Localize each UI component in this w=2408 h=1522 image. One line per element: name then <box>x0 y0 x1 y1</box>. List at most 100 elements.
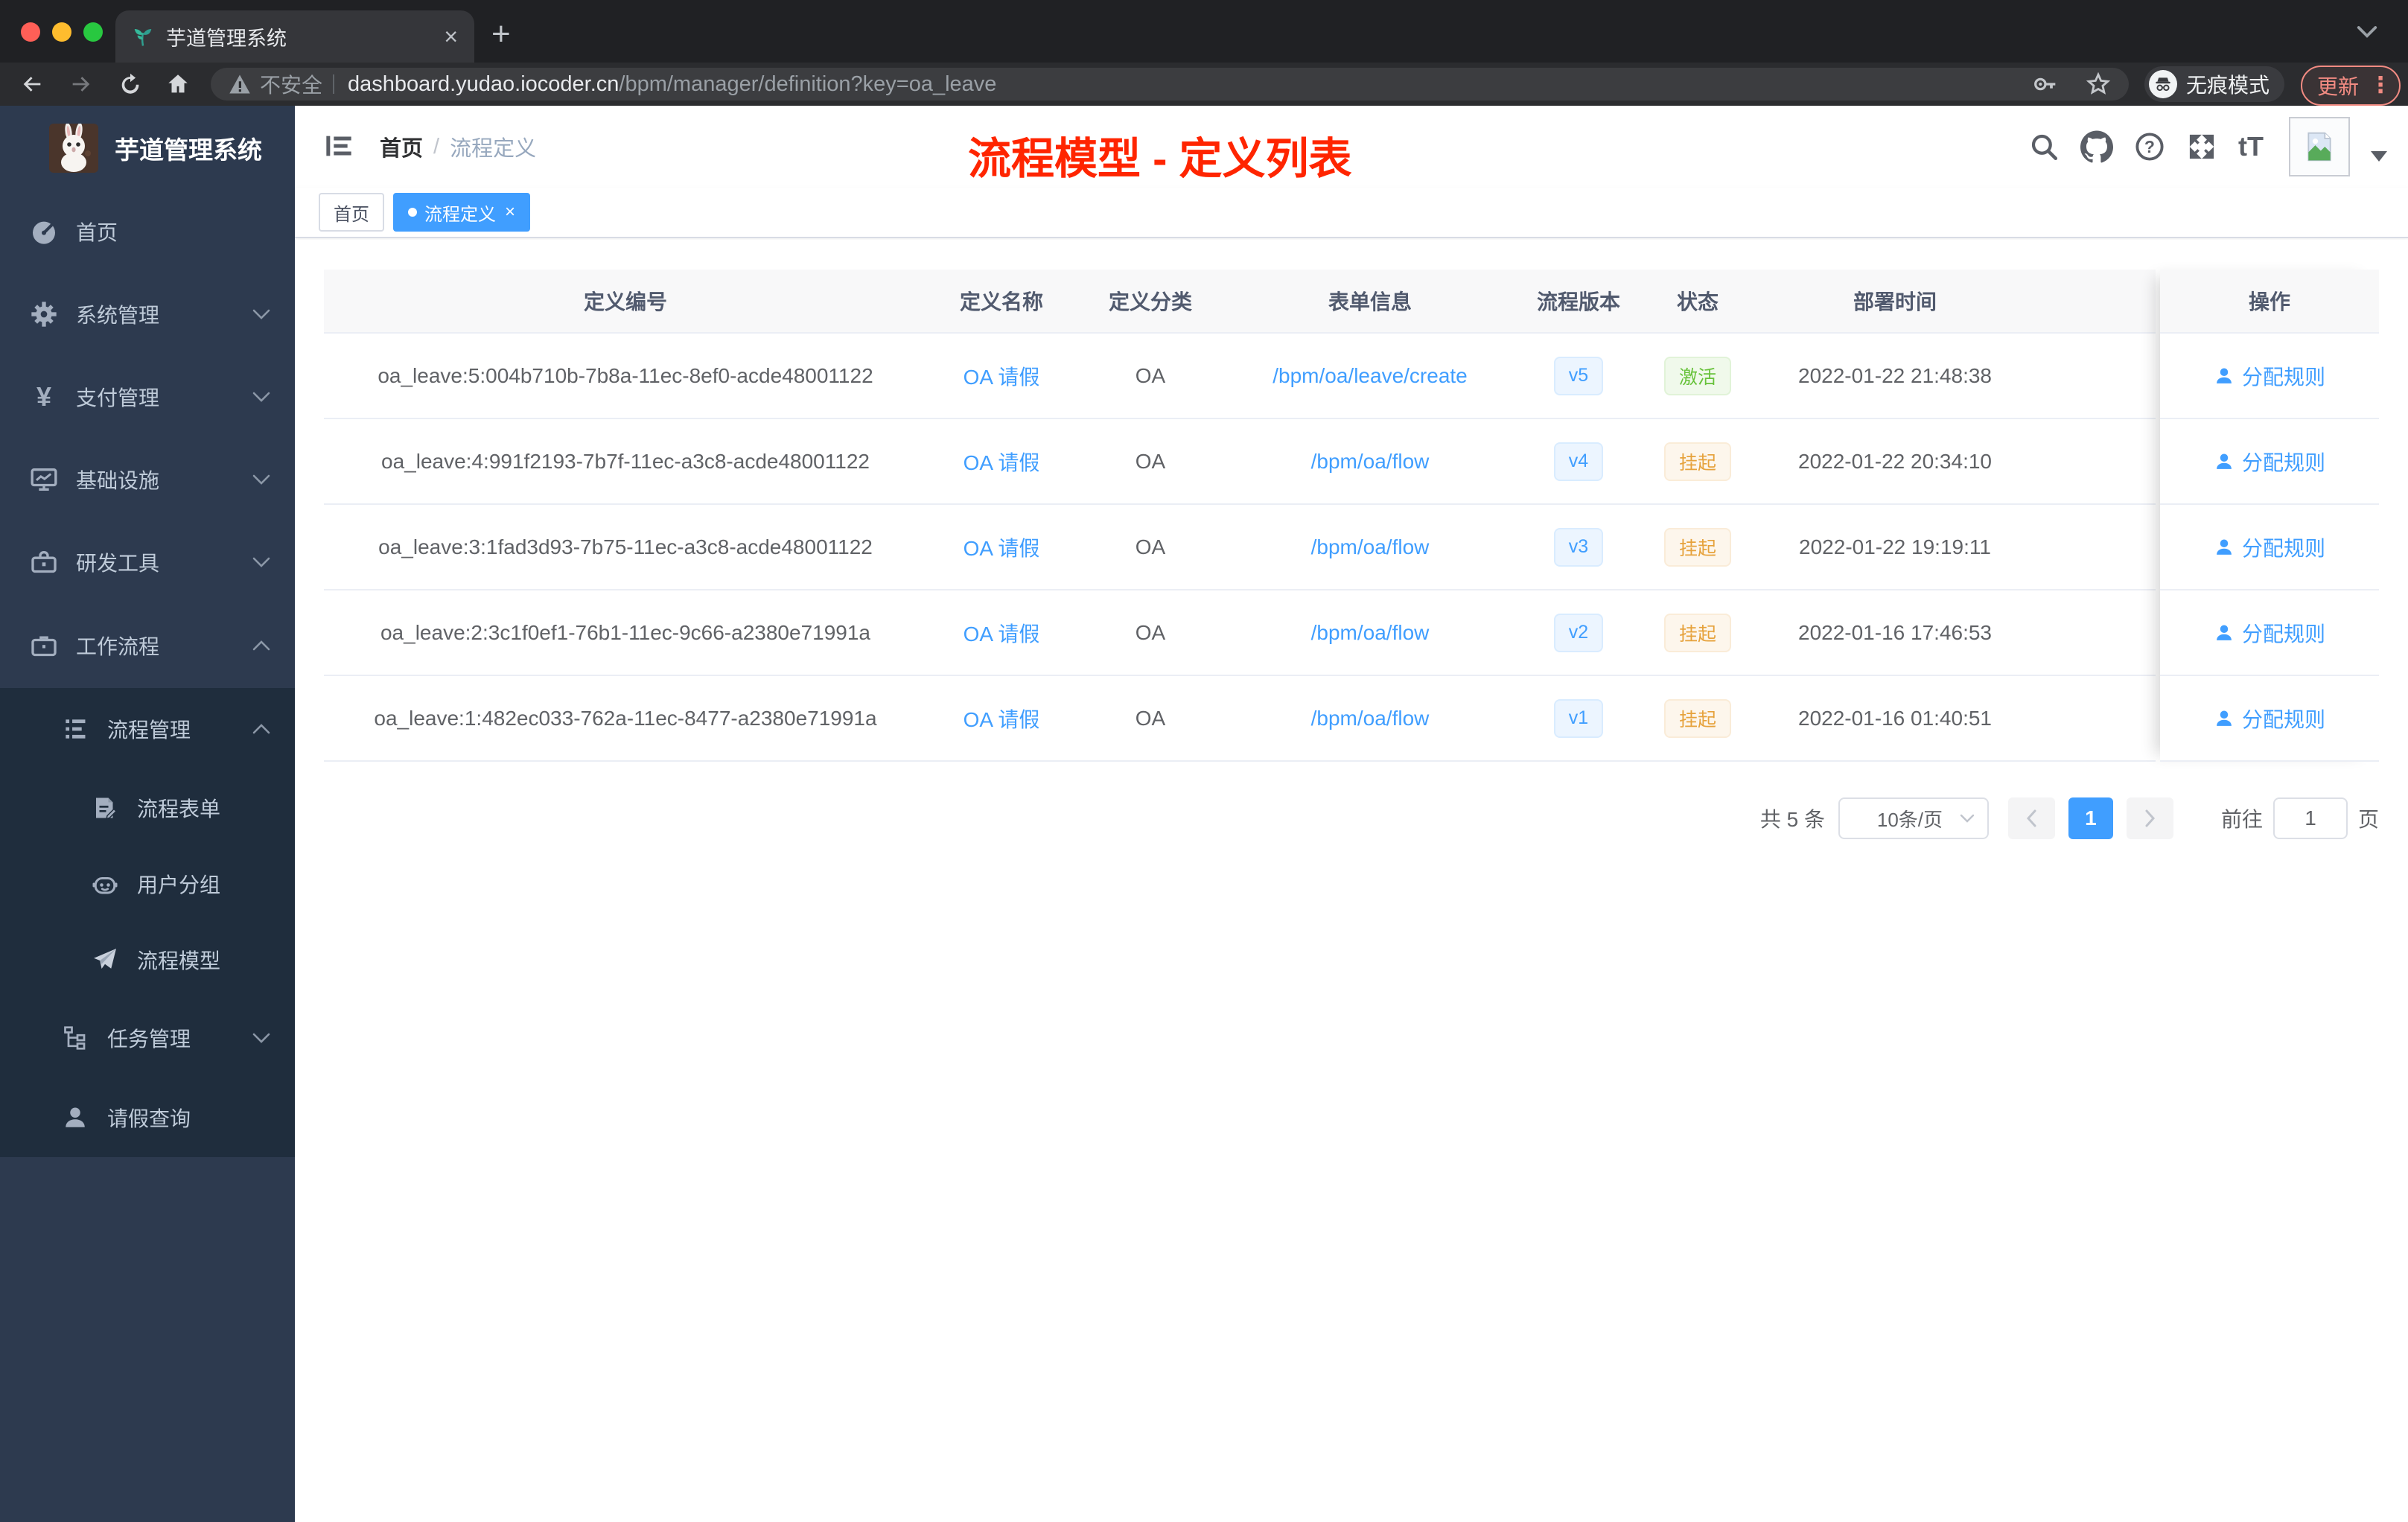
browser-address-bar: 不安全 dashboard.yudao.iocoder.cn/bpm/manag… <box>0 63 2408 106</box>
sidebar-item-leave-query[interactable]: 请假查询 <box>0 1078 295 1157</box>
assign-rule-label: 分配规则 <box>2241 622 2325 646</box>
screen: 芋道管理系统 × + 不安全 dashboard.yudao.iocoder.c… <box>0 0 2408 1522</box>
table-header: 定义编号 定义名称 定义分类 表单信息 流程版本 状态 部署时间 <box>324 270 2156 334</box>
back-icon[interactable] <box>19 71 45 97</box>
navbar: 首页 / 流程定义 流程模型 - 定义列表 ? tT <box>295 106 2408 188</box>
sidebar-item-process-mgmt[interactable]: 流程管理 <box>0 688 295 770</box>
browser-menu-icon[interactable]: ⋮ <box>2369 74 2392 97</box>
bookmark-star-icon[interactable] <box>2086 71 2111 97</box>
table-row: oa_leave:1:482ec033-762a-11ec-8477-a2380… <box>324 676 2156 762</box>
assign-rule-link[interactable]: 分配规则 <box>2214 532 2325 562</box>
chevron-up-icon <box>252 640 271 652</box>
incognito-label: 无痕模式 <box>2186 74 2270 97</box>
content: 定义编号 定义名称 定义分类 表单信息 流程版本 状态 部署时间 oa_leav… <box>295 240 2408 1522</box>
search-icon[interactable] <box>2028 131 2060 162</box>
version-badge: v5 <box>1553 356 1604 395</box>
status-badge: 挂起 <box>1663 527 1731 567</box>
sidebar-item-workflow[interactable]: 工作流程 <box>0 603 295 688</box>
form-link[interactable]: /bpm/oa/flow <box>1311 707 1430 730</box>
sidebar-item-label: 任务管理 <box>107 1028 191 1051</box>
form-link[interactable]: /bpm/oa/leave/create <box>1273 364 1468 388</box>
sidebar-item-process-form[interactable]: 流程表单 <box>0 770 295 846</box>
zoom-window-button[interactable] <box>83 22 103 42</box>
tag-process-definition[interactable]: 流程定义 × <box>393 193 531 232</box>
col-header-deploy-time: 部署时间 <box>1853 290 1937 313</box>
definition-name-link[interactable]: OA 请假 <box>963 447 1040 477</box>
caret-down-icon[interactable] <box>2371 151 2387 162</box>
minimize-window-button[interactable] <box>52 22 71 42</box>
github-icon[interactable] <box>2080 130 2114 163</box>
form-link[interactable]: /bpm/oa/flow <box>1311 450 1430 474</box>
next-page-button[interactable] <box>2126 797 2173 839</box>
password-key-icon[interactable] <box>2033 72 2057 96</box>
sidebar-item-task-mgmt[interactable]: 任务管理 <box>0 998 295 1078</box>
incognito-icon <box>2149 70 2177 98</box>
table-row: oa_leave:4:991f2193-7b7f-11ec-a3c8-acde4… <box>324 419 2156 505</box>
browser-tab[interactable]: 芋道管理系统 × <box>115 10 474 63</box>
tab-search-chevron-icon[interactable] <box>2356 22 2378 40</box>
definition-id: oa_leave:4:991f2193-7b7f-11ec-a3c8-acde4… <box>381 449 870 473</box>
svg-text:?: ? <box>2144 137 2155 156</box>
page-size-select[interactable]: 10条/页 <box>1838 797 1989 839</box>
url-host: dashboard.yudao.iocoder.cn <box>348 71 619 96</box>
prev-page-button[interactable] <box>2007 797 2055 839</box>
update-label: 更新 <box>2317 75 2360 98</box>
definition-name-link[interactable]: OA 请假 <box>963 704 1040 733</box>
status-badge: 挂起 <box>1663 613 1731 652</box>
reload-icon[interactable] <box>118 71 143 97</box>
tag-close-icon[interactable]: × <box>505 202 515 223</box>
table-main: 定义编号 定义名称 定义分类 表单信息 流程版本 状态 部署时间 oa_leav… <box>324 270 2156 762</box>
fullscreen-icon[interactable] <box>2186 131 2217 162</box>
tab-close-icon[interactable]: × <box>444 25 458 48</box>
sidebar-item-payment[interactable]: ¥ 支付管理 <box>0 355 295 438</box>
chevron-up-icon <box>252 723 271 735</box>
sidebar-item-home[interactable]: 首页 <box>0 190 295 273</box>
new-tab-button[interactable]: + <box>491 18 511 51</box>
goto-page-input[interactable]: 1 <box>2272 797 2348 839</box>
paper-plane-icon <box>88 946 122 973</box>
definition-id: oa_leave:2:3c1f0ef1-76b1-11ec-9c66-a2380… <box>380 620 870 644</box>
form-link[interactable]: /bpm/oa/flow <box>1311 535 1430 559</box>
definition-name-link[interactable]: OA 请假 <box>963 618 1040 648</box>
version-badge: v4 <box>1553 442 1604 481</box>
url-bar[interactable]: 不安全 dashboard.yudao.iocoder.cn/bpm/manag… <box>211 68 2129 101</box>
sidebar-item-process-model[interactable]: 流程模型 <box>0 922 295 998</box>
definition-name-link[interactable]: OA 请假 <box>963 361 1040 391</box>
current-page-button[interactable]: 1 <box>2068 797 2113 839</box>
hamburger-icon[interactable] <box>324 131 354 161</box>
app-title: 芋道管理系统 <box>115 136 262 164</box>
browser-update-button[interactable]: 更新 ⋮ <box>2301 66 2401 106</box>
definition-name-link[interactable]: OA 请假 <box>963 532 1040 562</box>
assign-rule-link[interactable]: 分配规则 <box>2214 618 2325 648</box>
chevron-down-icon <box>252 391 271 403</box>
font-size-icon[interactable]: tT <box>2238 131 2264 162</box>
assign-rule-link[interactable]: 分配规则 <box>2214 447 2325 477</box>
close-window-button[interactable] <box>21 22 40 42</box>
security-label[interactable]: 不安全 <box>260 69 322 99</box>
avatar[interactable] <box>2289 117 2350 176</box>
table-row: oa_leave:5:004b710b-7b8a-11ec-8ef0-acde4… <box>324 334 2156 419</box>
sidebar-item-devtools[interactable]: 研发工具 <box>0 520 295 603</box>
monitor-icon <box>27 465 61 494</box>
incognito-badge: 无痕模式 <box>2144 66 2285 102</box>
breadcrumb-home[interactable]: 首页 <box>380 131 423 162</box>
sidebar-logo[interactable]: 芋道管理系统 <box>0 106 295 190</box>
form-link[interactable]: /bpm/oa/flow <box>1311 621 1430 645</box>
yen-icon: ¥ <box>36 380 52 412</box>
sidebar-item-system[interactable]: 系统管理 <box>0 273 295 355</box>
help-icon[interactable]: ? <box>2134 131 2165 162</box>
window-controls[interactable] <box>21 22 103 42</box>
home-icon[interactable] <box>165 71 191 97</box>
sidebar-item-user-group[interactable]: 用户分组 <box>0 846 295 922</box>
tag-home[interactable]: 首页 <box>319 193 384 232</box>
pagination-total: 共 5 条 <box>1759 808 1825 831</box>
assign-rule-link[interactable]: 分配规则 <box>2214 361 2325 391</box>
forward-icon[interactable] <box>69 71 94 97</box>
sidebar-item-label: 系统管理 <box>76 303 160 327</box>
assign-rule-label: 分配规则 <box>2241 365 2325 389</box>
assign-rule-link[interactable]: 分配规则 <box>2214 704 2325 733</box>
version-badge: v2 <box>1553 613 1604 652</box>
gear-icon <box>27 299 61 329</box>
navbar-actions: ? tT <box>2028 106 2387 188</box>
sidebar-item-infra[interactable]: 基础设施 <box>0 438 295 520</box>
